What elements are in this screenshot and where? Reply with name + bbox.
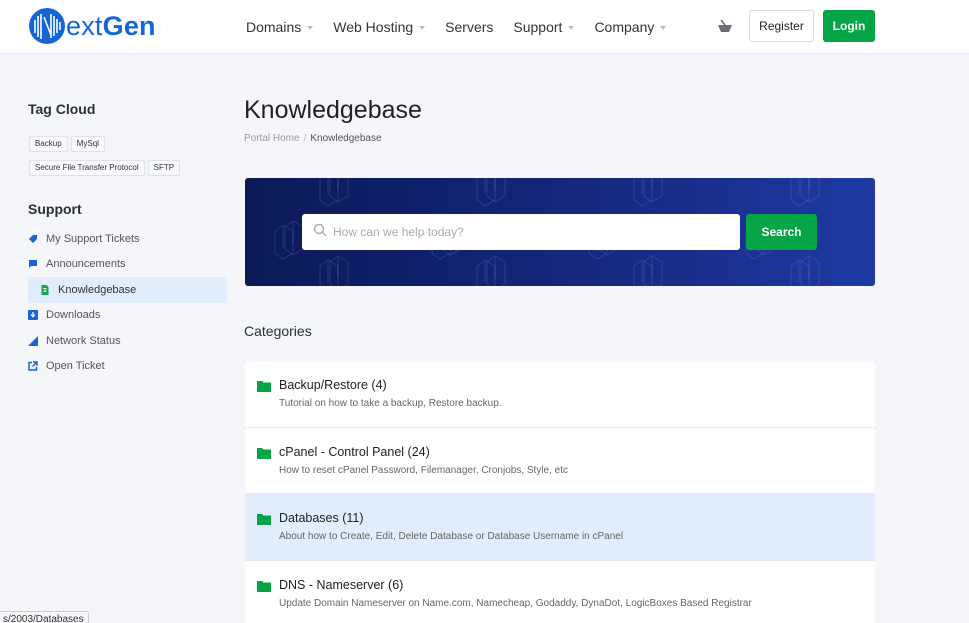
category-description: Update Domain Nameserver on Name.com, Na… — [279, 597, 752, 609]
file-icon — [40, 284, 50, 295]
book-pattern-shape — [319, 178, 339, 207]
book-pattern-shape — [633, 259, 653, 286]
sidebar-item-label: Downloads — [46, 309, 101, 322]
logo-text-light: ext — [66, 11, 103, 41]
search-banner: Search — [245, 178, 875, 286]
site-header: extGen Domains Web Hosting Servers Suppo… — [0, 0, 969, 54]
nav-web-hosting[interactable]: Web Hosting — [333, 19, 426, 35]
sidebar-item-my-support-tickets[interactable]: My Support Tickets — [28, 226, 227, 252]
comment-icon — [28, 259, 38, 269]
sidebar-item-label: Announcements — [46, 258, 126, 271]
sidebar-item-downloads[interactable]: Downloads — [28, 303, 227, 329]
sidebar-item-label: Network Status — [46, 334, 121, 347]
nav-label: Support — [513, 19, 563, 35]
category-item[interactable]: cPanel - Control Panel (24) How to reset… — [245, 428, 875, 494]
category-item[interactable]: Databases (11) About how to Create, Edit… — [245, 494, 875, 561]
category-title[interactable]: DNS - Nameserver (6) — [279, 578, 403, 592]
sidebar-item-label: My Support Tickets — [46, 232, 140, 245]
book-pattern-shape — [643, 255, 663, 286]
register-button[interactable]: Register — [749, 10, 814, 42]
category-title[interactable]: Databases (11) — [279, 511, 364, 525]
tag-backup[interactable]: Backup — [29, 136, 68, 152]
breadcrumb-portal-home[interactable]: Portal Home — [244, 133, 300, 144]
breadcrumb: Portal Home / Knowledgebase — [244, 133, 382, 144]
category-item[interactable]: DNS - Nameserver (6) Update Domain Names… — [245, 561, 875, 623]
main-nav: Domains Web Hosting Servers Support Comp… — [246, 0, 686, 54]
sidebar-item-announcements[interactable]: Announcements — [28, 252, 227, 278]
support-menu: My Support Tickets Announcements Knowled… — [28, 226, 227, 379]
category-title[interactable]: Backup/Restore (4) — [279, 378, 387, 392]
logo-text: extGen — [66, 8, 156, 44]
folder-icon — [257, 512, 271, 525]
book-pattern-shape — [800, 178, 820, 203]
sidebar-item-label: Knowledgebase — [58, 283, 137, 296]
tag-mysql[interactable]: MySql — [70, 136, 105, 152]
caret-down-icon — [660, 25, 667, 30]
download-icon — [28, 310, 38, 321]
folder-icon — [257, 379, 271, 392]
tag-sftp[interactable]: SFTP — [147, 160, 181, 176]
logo-mark-icon — [29, 8, 65, 44]
nav-support[interactable]: Support — [513, 19, 575, 35]
breadcrumb-separator: / — [303, 133, 307, 144]
book-pattern-shape — [643, 178, 663, 203]
login-button[interactable]: Login — [823, 10, 875, 42]
nav-label: Servers — [445, 19, 494, 35]
nav-label: Web Hosting — [333, 19, 414, 35]
category-list: Backup/Restore (4) Tutorial on how to ta… — [245, 361, 875, 623]
category-description: How to reset cPanel Password, Filemanage… — [279, 464, 569, 476]
link-status-bar: s/2003/Databases — [0, 611, 89, 623]
caret-down-icon — [307, 25, 314, 30]
book-pattern-shape — [486, 178, 506, 203]
book-pattern-shape — [633, 178, 653, 207]
sidebar-item-knowledgebase[interactable]: Knowledgebase — [28, 277, 227, 303]
breadcrumb-current: Knowledgebase — [310, 133, 382, 144]
book-pattern-shape — [284, 220, 304, 256]
category-description: Tutorial on how to take a backup, Restor… — [279, 398, 502, 409]
nav-company[interactable]: Company — [594, 19, 667, 35]
book-pattern-shape — [319, 259, 339, 286]
category-item[interactable]: Backup/Restore (4) Tutorial on how to ta… — [245, 361, 875, 428]
nav-label: Domains — [246, 19, 302, 35]
nav-domains[interactable]: Domains — [246, 19, 314, 35]
book-pattern-shape — [486, 255, 506, 286]
tag-cloud: Backup MySql Secure File Transfer Protoco… — [29, 133, 219, 181]
logo-text-bold: Gen — [102, 11, 156, 41]
folder-icon — [257, 446, 271, 459]
category-title[interactable]: cPanel - Control Panel (24) — [279, 445, 430, 459]
external-link-icon — [28, 361, 38, 371]
nav-label: Company — [594, 19, 655, 35]
nav-servers[interactable]: Servers — [445, 19, 493, 35]
sidebar-item-network-status[interactable]: Network Status — [28, 328, 227, 354]
book-pattern-shape — [274, 224, 294, 260]
signal-icon — [28, 335, 38, 346]
search-button[interactable]: Search — [746, 214, 817, 250]
page-title: Knowledgebase — [244, 96, 422, 124]
folder-icon — [257, 579, 271, 592]
search-input[interactable] — [333, 225, 713, 239]
search-icon — [313, 223, 327, 242]
book-pattern-shape — [476, 178, 496, 207]
support-heading: Support — [28, 201, 82, 217]
knowledgebase-search-field[interactable] — [302, 214, 740, 250]
nextgen-logo[interactable]: extGen — [29, 7, 156, 45]
caret-down-icon — [568, 25, 575, 30]
sidebar-item-label: Open Ticket — [46, 360, 105, 373]
book-pattern-shape — [329, 178, 349, 203]
book-pattern-shape — [790, 178, 810, 207]
tag-cloud-heading: Tag Cloud — [28, 101, 96, 117]
book-pattern-shape — [476, 259, 496, 286]
book-pattern-shape — [790, 259, 810, 286]
tag-sftp-protocol[interactable]: Secure File Transfer Protocol — [29, 160, 145, 176]
caret-down-icon — [419, 25, 426, 30]
categories-heading: Categories — [244, 323, 312, 339]
sidebar-item-open-ticket[interactable]: Open Ticket — [28, 354, 227, 380]
shopping-basket-icon[interactable] — [716, 17, 734, 35]
ticket-icon — [28, 234, 38, 244]
book-pattern-shape — [329, 255, 349, 286]
category-description: About how to Create, Edit, Delete Databa… — [279, 531, 624, 542]
book-pattern-shape — [800, 255, 820, 286]
